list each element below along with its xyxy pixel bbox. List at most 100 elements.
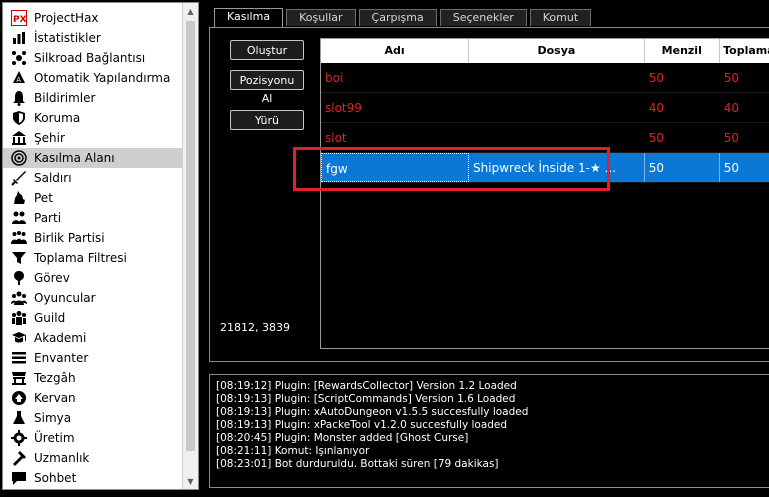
- tab-1[interactable]: Koşullar: [286, 9, 356, 26]
- sidebar-item-label: Üretim: [34, 431, 75, 445]
- sidebar-item-label: Parti: [34, 211, 62, 225]
- sidebar-item-label: Uzmanlık: [34, 451, 90, 465]
- sidebar-item-label: Simya: [34, 411, 72, 425]
- sidebar-item-birlik-partisi[interactable]: Birlik Partisi: [3, 228, 183, 248]
- sidebar-item-kasilma-alani[interactable]: Kasılma Alanı: [3, 148, 183, 168]
- expertise-icon: [11, 450, 27, 466]
- pet-icon: [11, 190, 27, 206]
- sidebar-item-guild[interactable]: Guild: [3, 308, 183, 328]
- cell-pickup[interactable]: 50: [720, 63, 769, 92]
- column-header-range[interactable]: Menzil: [645, 39, 720, 63]
- sidebar-list: PX ProjectHax İstatistikler Silkroad Bağlan…: [3, 8, 183, 488]
- log-line: [08:20:45] Plugin: Monster added [Ghost …: [216, 432, 469, 444]
- cell-pickup[interactable]: 50: [720, 153, 769, 182]
- sidebar-item-akademi[interactable]: Akademi: [3, 328, 183, 348]
- log-panel: [08:19:12] Plugin: [RewardsCollector] Ve…: [209, 374, 769, 488]
- quest-icon: [11, 270, 27, 286]
- sidebar-item-pet[interactable]: Pet: [3, 188, 183, 208]
- cell-range[interactable]: 50: [645, 123, 720, 152]
- training-area-icon: [11, 150, 27, 166]
- log-line: [08:19:13] Plugin: xAutoDungeon v1.5.5 s…: [216, 406, 529, 418]
- stall-icon: [11, 370, 27, 386]
- sidebar-item-label: Tezgâh: [34, 371, 76, 385]
- alliance-party-icon: [11, 230, 27, 246]
- column-header-pickup[interactable]: Toplama: [720, 39, 769, 63]
- town-icon: [11, 130, 27, 146]
- sidebar-item-parti[interactable]: Parti: [3, 208, 183, 228]
- sidebar-item-simya[interactable]: Simya: [3, 408, 183, 428]
- cell-name[interactable]: slot99: [321, 93, 469, 122]
- filter-icon: [11, 250, 27, 266]
- auto-config-icon: A: [11, 70, 27, 86]
- sidebar-item-otomatik-yapilandirma[interactable]: A Otomatik Yapılandırma: [3, 68, 183, 88]
- sidebar-item-label: Bildirimler: [34, 91, 96, 105]
- sidebar-item-gorev[interactable]: Görev: [3, 268, 183, 288]
- tab-4[interactable]: Komut: [529, 9, 592, 26]
- sidebar-item-istatistikler[interactable]: İstatistikler: [3, 28, 183, 48]
- sidebar-item-label: Guild: [34, 311, 66, 325]
- cell-file[interactable]: [469, 63, 645, 92]
- coordinates-readout: 21812, 3839: [220, 321, 290, 334]
- table-row[interactable]: slot 50 50: [321, 123, 769, 153]
- sidebar-item-label: Saldırı: [34, 171, 72, 185]
- walk-button[interactable]: Yürü: [230, 110, 304, 130]
- cell-name[interactable]: slot: [321, 123, 469, 152]
- sidebar-item-oyuncular[interactable]: Oyuncular: [3, 288, 183, 308]
- sidebar: PX ProjectHax İstatistikler Silkroad Bağlan…: [2, 2, 199, 490]
- log-line: [08:23:01] Bot durduruldu. Bottaki süren…: [216, 458, 499, 470]
- cell-range[interactable]: 50: [645, 63, 720, 92]
- sword-icon: [11, 170, 27, 186]
- sidebar-item-label: Görev: [34, 271, 70, 285]
- cell-file[interactable]: [469, 123, 645, 152]
- tab-0[interactable]: Kasılma: [214, 8, 284, 27]
- tab-2[interactable]: Çarpışma: [358, 9, 437, 26]
- cell-range[interactable]: 40: [645, 93, 720, 122]
- column-header-file[interactable]: Dosya: [469, 39, 645, 63]
- cell-range[interactable]: 50: [645, 153, 720, 182]
- sidebar-item-label: Pet: [34, 191, 53, 205]
- column-header-name[interactable]: Adı: [321, 39, 470, 63]
- sidebar-item-label: Şehir: [34, 131, 65, 145]
- statistics-icon: [11, 30, 27, 46]
- cell-file[interactable]: Shipwreck İnside 1-★ ...: [469, 153, 645, 182]
- academy-icon: [11, 330, 27, 346]
- sidebar-item-label: Kasılma Alanı: [34, 151, 115, 165]
- create-button[interactable]: Oluştur: [230, 40, 304, 60]
- sidebar-item-sehir[interactable]: Şehir: [3, 128, 183, 148]
- cell-name[interactable]: fgw: [321, 153, 470, 182]
- sidebar-item-projecthax[interactable]: PX ProjectHax: [3, 8, 183, 28]
- training-area-table: Adı Dosya Menzil Toplama boi5050slot9940…: [320, 38, 769, 349]
- cell-name[interactable]: boi: [321, 63, 469, 92]
- sidebar-item-kervan[interactable]: Kervan: [3, 388, 183, 408]
- table-header: Adı Dosya Menzil Toplama: [321, 39, 769, 63]
- sidebar-item-sohbet[interactable]: Sohbet: [3, 468, 183, 488]
- tab-3[interactable]: Seçenekler: [439, 9, 527, 26]
- sidebar-item-saldiri[interactable]: Saldırı: [3, 168, 183, 188]
- shield-icon: [11, 110, 27, 126]
- sidebar-item-label: Sohbet: [34, 471, 77, 485]
- cell-pickup[interactable]: 50: [720, 123, 769, 152]
- table-row[interactable]: boi 50 50: [321, 63, 769, 93]
- sidebar-item-silkroad-baglantisi[interactable]: Silkroad Bağlantısı: [3, 48, 183, 68]
- get-position-button[interactable]: Pozisyonu Al: [230, 70, 304, 105]
- scroll-down-arrow-icon[interactable]: ▼: [183, 473, 198, 489]
- sidebar-item-uzmanlik[interactable]: Uzmanlık: [3, 448, 183, 468]
- sidebar-item-uretim[interactable]: Üretim: [3, 428, 183, 448]
- connection-icon: [11, 50, 27, 66]
- sidebar-item-label: Silkroad Bağlantısı: [34, 51, 146, 65]
- sidebar-item-label: Oyuncular: [34, 291, 96, 305]
- sidebar-item-koruma[interactable]: Koruma: [3, 108, 183, 128]
- sidebar-item-envanter[interactable]: Envanter: [3, 348, 183, 368]
- cell-file[interactable]: [469, 93, 645, 122]
- sidebar-item-label: Kervan: [34, 391, 76, 405]
- sidebar-item-toplama-filtresi[interactable]: Toplama Filtresi: [3, 248, 183, 268]
- table-row[interactable]: fgw Shipwreck İnside 1-★ ... 50 50: [321, 153, 769, 183]
- scroll-thumb[interactable]: [186, 21, 195, 451]
- sidebar-item-bildirimler[interactable]: Bildirimler: [3, 88, 183, 108]
- scroll-up-arrow-icon[interactable]: ▲: [183, 3, 198, 19]
- table-row[interactable]: slot99 40 40: [321, 93, 769, 123]
- table-body: boi 50 50 slot99 40 40 slot 50 50 fgw Shipwreck İn…: [321, 63, 769, 183]
- sidebar-item-tezgah[interactable]: Tezgâh: [3, 368, 183, 388]
- sidebar-scrollbar[interactable]: ▲ ▼: [182, 3, 198, 489]
- cell-pickup[interactable]: 40: [720, 93, 769, 122]
